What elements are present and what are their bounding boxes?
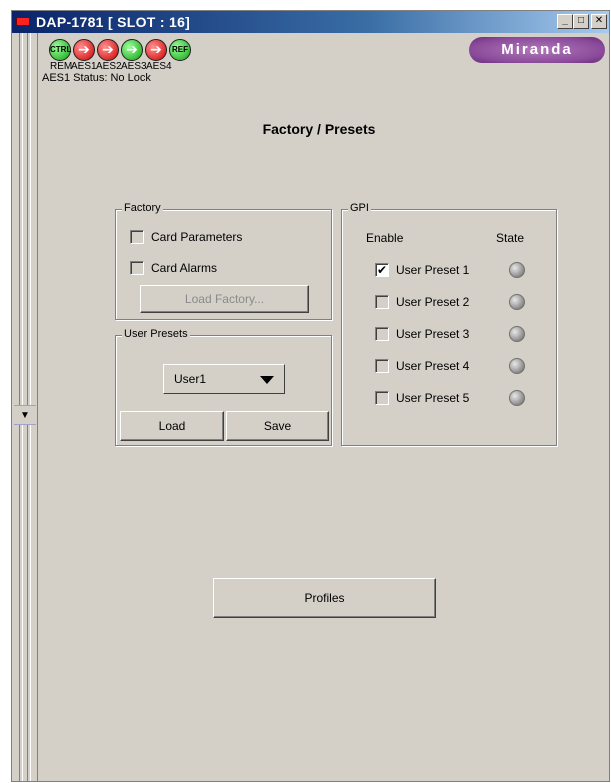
user-preset-2-label: User Preset 2 [396,295,470,309]
factory-group: Factory Card Parameters Card Alarms Load… [115,202,332,320]
main-panel: CTRL ➔ ➔ ➔ ➔ REF REM AES1 AES2 AES3 AES4… [39,33,609,781]
factory-group-legend: Factory [122,202,163,214]
load-factory-button[interactable]: Load Factory... [140,285,309,313]
state-led-icon [509,262,525,278]
ctrl-status-icon[interactable]: CTRL [49,39,71,61]
collapse-arrow-icon[interactable]: ▼ [14,405,36,425]
state-column-header: State [496,231,525,245]
user-presets-group: User Presets User1 Load Save [115,328,332,446]
user-preset-3-label: User Preset 3 [396,327,470,341]
enable-column-header: Enable [366,231,404,245]
card-parameters-label: Card Parameters [151,230,243,244]
app-window: DAP-1781 [ SLOT : 16] _ □ ✕ ▼ CTRL ➔ ➔ ➔… [11,10,610,782]
side-panel-splitter[interactable]: ▼ [12,33,38,781]
state-led-icon [509,326,525,342]
state-led-icon [509,358,525,374]
maximize-button[interactable]: □ [573,14,589,29]
user-preset-select-value: User1 [174,372,207,386]
status-icon-bar: CTRL ➔ ➔ ➔ ➔ REF REM AES1 AES2 AES3 AES4 [49,37,249,72]
user-preset-5-checkbox[interactable] [375,391,389,405]
user-presets-group-legend: User Presets [122,328,190,340]
user-preset-4-checkbox[interactable] [375,359,389,373]
gpi-group-legend: GPI [348,202,371,214]
card-parameters-checkbox[interactable] [130,230,144,244]
window-title: DAP-1781 [ SLOT : 16] [36,14,191,30]
status-message: AES1 Status: No Lock [42,72,151,84]
status-icon-label: AES1 [71,61,97,72]
status-icon-label: AES4 [146,61,172,72]
user-preset-4-label: User Preset 4 [396,359,470,373]
gpi-group: GPI Enable State ✔ User Preset 1 User Pr… [341,202,557,446]
page-title: Factory / Presets [262,121,376,137]
user-preset-select[interactable]: User1 [163,364,285,394]
status-icon-label: AES2 [96,61,122,72]
aes3-status-icon[interactable]: ➔ [121,39,143,61]
user-preset-3-checkbox[interactable] [375,327,389,341]
state-led-icon [509,390,525,406]
close-button[interactable]: ✕ [591,14,607,29]
profiles-button[interactable]: Profiles [213,578,436,618]
miranda-logo: Miranda [469,37,605,63]
aes2-status-icon[interactable]: ➔ [97,39,119,61]
user-preset-5-label: User Preset 5 [396,391,470,405]
ref-status-icon[interactable]: REF [169,39,191,61]
status-icon-label: AES3 [121,61,147,72]
chevron-down-icon [260,376,274,384]
minimize-button[interactable]: _ [557,14,573,29]
aes1-status-icon[interactable]: ➔ [73,39,95,61]
status-icon-label: REM [50,61,73,72]
status-indicator-icon [16,17,30,26]
aes4-status-icon[interactable]: ➔ [145,39,167,61]
card-alarms-label: Card Alarms [151,261,218,275]
user-preset-1-label: User Preset 1 [396,263,470,277]
card-alarms-checkbox[interactable] [130,261,144,275]
save-button[interactable]: Save [226,411,329,441]
title-bar[interactable]: DAP-1781 [ SLOT : 16] _ □ ✕ [12,11,609,33]
state-led-icon [509,294,525,310]
load-button[interactable]: Load [120,411,224,441]
user-preset-1-checkbox[interactable]: ✔ [375,263,389,277]
user-preset-2-checkbox[interactable] [375,295,389,309]
